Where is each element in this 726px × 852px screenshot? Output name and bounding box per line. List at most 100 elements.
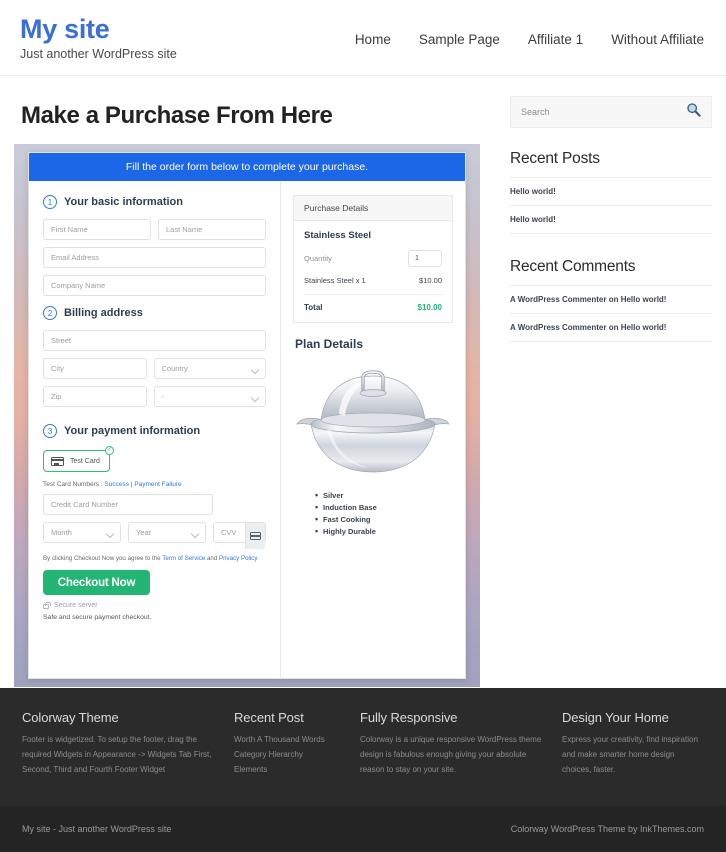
secure-server-label: Secure server (54, 602, 98, 609)
footer-column-fully-responsive: Fully Responsive Colorway is a unique re… (360, 710, 548, 806)
secure-server-note: Secure server (43, 602, 266, 609)
terms-of-service-link[interactable]: Term of Service (162, 555, 205, 562)
widget-title: Recent Comments (510, 258, 636, 275)
footer-column-text: Footer is widgetized. To setup the foote… (22, 735, 212, 774)
footer-bottom-bar: My site - Just another WordPress site Co… (0, 806, 726, 852)
site-branding: My site Just another WordPress site (20, 12, 177, 62)
search-input[interactable]: Search (521, 107, 550, 117)
nav-item-without-affiliate[interactable]: Without Affiliate (611, 32, 704, 47)
order-form-body: 1 Your basic information First Name Last… (29, 181, 465, 678)
list-item[interactable]: Category Hierarchy (234, 748, 346, 763)
footer-column-title: Design Your Home (562, 710, 669, 725)
zip-state-row: Zip - (43, 386, 266, 414)
cvv-card-icon (245, 523, 265, 549)
purchase-product-name: Stainless Steel (304, 230, 372, 241)
site-tagline: Just another WordPress site (20, 47, 177, 62)
footer-column-text: Express your creativity, find inspiratio… (562, 735, 698, 774)
footer-column-colorway-theme: Colorway Theme Footer is widgetized. To … (22, 710, 220, 806)
step-1-number: 1 (43, 195, 57, 209)
site-header: My site Just another WordPress site Home… (0, 0, 726, 76)
test-numbers-success-link[interactable]: Success (104, 481, 129, 488)
summary-divider (304, 294, 442, 295)
line-item-price: $10.00 (419, 276, 442, 285)
footer-column-title: Fully Responsive (360, 710, 458, 725)
order-form-fields: 1 Your basic information First Name Last… (29, 181, 280, 678)
footer-theme-credit[interactable]: Colorway WordPress Theme by InkThemes.co… (511, 824, 704, 834)
credit-card-number-input[interactable]: Credit Card Number (43, 494, 213, 515)
site-title[interactable]: My site (20, 15, 177, 44)
credit-card-icon (250, 532, 261, 540)
primary-navigation: Home Sample Page Affiliate 1 Without Aff… (355, 12, 706, 47)
footer-recent-post-list: Worth A Thousand Words Category Hierarch… (234, 733, 346, 777)
footer-site-credit: My site - Just another WordPress site (22, 824, 172, 834)
step-1-label: Your basic information (64, 196, 183, 208)
footer-column-title: Colorway Theme (22, 710, 119, 725)
street-input[interactable]: Street (43, 330, 266, 351)
step-2-number: 2 (43, 306, 57, 320)
total-row: Total $10.00 (304, 303, 442, 312)
first-name-input[interactable]: First Name (43, 219, 151, 240)
safe-checkout-note: Safe and secure payment checkout. (43, 614, 152, 621)
list-item[interactable]: A WordPress Commenter on Hello world! (510, 313, 712, 342)
country-select[interactable]: Country (153, 358, 266, 379)
recent-posts-list: Hello world! Hello world! (510, 177, 712, 234)
zip-input[interactable]: Zip (43, 386, 147, 407)
privacy-policy-link[interactable]: Privacy Policy (219, 555, 258, 562)
purchase-details-body: Stainless Steel Quantity 1 Stainless Ste… (294, 221, 452, 322)
list-item[interactable]: Elements (234, 763, 346, 778)
total-value: $10.00 (417, 303, 442, 312)
expiry-month-select[interactable]: Month (43, 522, 121, 543)
terms-and: and (205, 555, 219, 562)
quantity-row: Quantity 1 (304, 250, 442, 267)
plan-feature-item: Induction Base (315, 502, 453, 512)
test-numbers-failure-link[interactable]: Payment Failure (134, 481, 181, 488)
nav-item-sample-page[interactable]: Sample Page (419, 32, 500, 47)
list-item[interactable]: Worth A Thousand Words (234, 733, 346, 748)
line-item-row: Stainless Steel x 1 $10.00 (304, 276, 442, 285)
line-item-label: Stainless Steel x 1 (304, 276, 366, 285)
email-input[interactable]: Email Address (43, 247, 266, 268)
search-widget[interactable]: Search (510, 96, 712, 128)
site-footer: Colorway Theme Footer is widgetized. To … (0, 688, 726, 852)
purchase-details-box: Purchase Details Stainless Steel Quantit… (293, 195, 453, 323)
checkout-now-button[interactable]: Checkout Now (43, 570, 150, 595)
purchase-details-title: Purchase Details (294, 196, 452, 221)
step-3-number: 3 (43, 424, 57, 438)
test-card-numbers-note: Test Card Numbers : Success | Payment Fa… (43, 481, 266, 488)
list-item[interactable]: Hello world! (510, 177, 712, 205)
company-name-input[interactable]: Company Name (43, 275, 266, 296)
last-name-input[interactable]: Last Name (158, 219, 266, 240)
step-2-header: 2 Billing address (43, 306, 266, 320)
quantity-label: Quantity (304, 254, 332, 263)
quantity-input[interactable]: 1 (408, 250, 442, 267)
list-item[interactable]: Hello world! (510, 205, 712, 234)
page-title: Make a Purchase From Here (21, 102, 333, 129)
main-content: Make a Purchase From Here Fill the order… (14, 76, 480, 687)
footer-column-recent-post: Recent Post Worth A Thousand Words Categ… (234, 710, 346, 806)
expiry-year-select[interactable]: Year (128, 522, 206, 543)
step-2-label: Billing address (64, 307, 143, 319)
list-item[interactable]: A WordPress Commenter on Hello world! (510, 285, 712, 313)
footer-column-design-your-home: Design Your Home Express your creativity… (562, 710, 704, 806)
order-form-banner: Fill the order form below to complete yo… (29, 153, 465, 181)
test-card-button[interactable]: Test Card (43, 450, 110, 472)
city-country-row: City Country (43, 358, 266, 386)
plan-feature-item: Highly Durable (315, 526, 453, 536)
test-card-option[interactable]: Test Card ✓ (43, 446, 114, 472)
step-3-label: Your payment information (64, 425, 201, 437)
nav-item-affiliate-1[interactable]: Affiliate 1 (528, 32, 583, 47)
nav-item-home[interactable]: Home (355, 32, 391, 47)
state-select[interactable]: - (153, 386, 266, 407)
check-circle-icon: ✓ (104, 446, 114, 455)
footer-widgets: Colorway Theme Footer is widgetized. To … (0, 688, 726, 806)
search-icon[interactable] (686, 102, 701, 122)
city-input[interactable]: City (43, 358, 147, 379)
total-label: Total (304, 303, 323, 312)
stainless-steel-wok-with-lid-image (293, 357, 453, 485)
recent-comments-list: A WordPress Commenter on Hello world! A … (510, 285, 712, 342)
step-3-header: 3 Your payment information (43, 424, 266, 438)
plan-features-list: Silver Induction Base Fast Cooking Highl… (315, 490, 453, 536)
plan-details-title: Plan Details (295, 337, 364, 351)
footer-column-title: Recent Post (234, 710, 304, 725)
order-summary-panel: Purchase Details Stainless Steel Quantit… (280, 181, 465, 678)
